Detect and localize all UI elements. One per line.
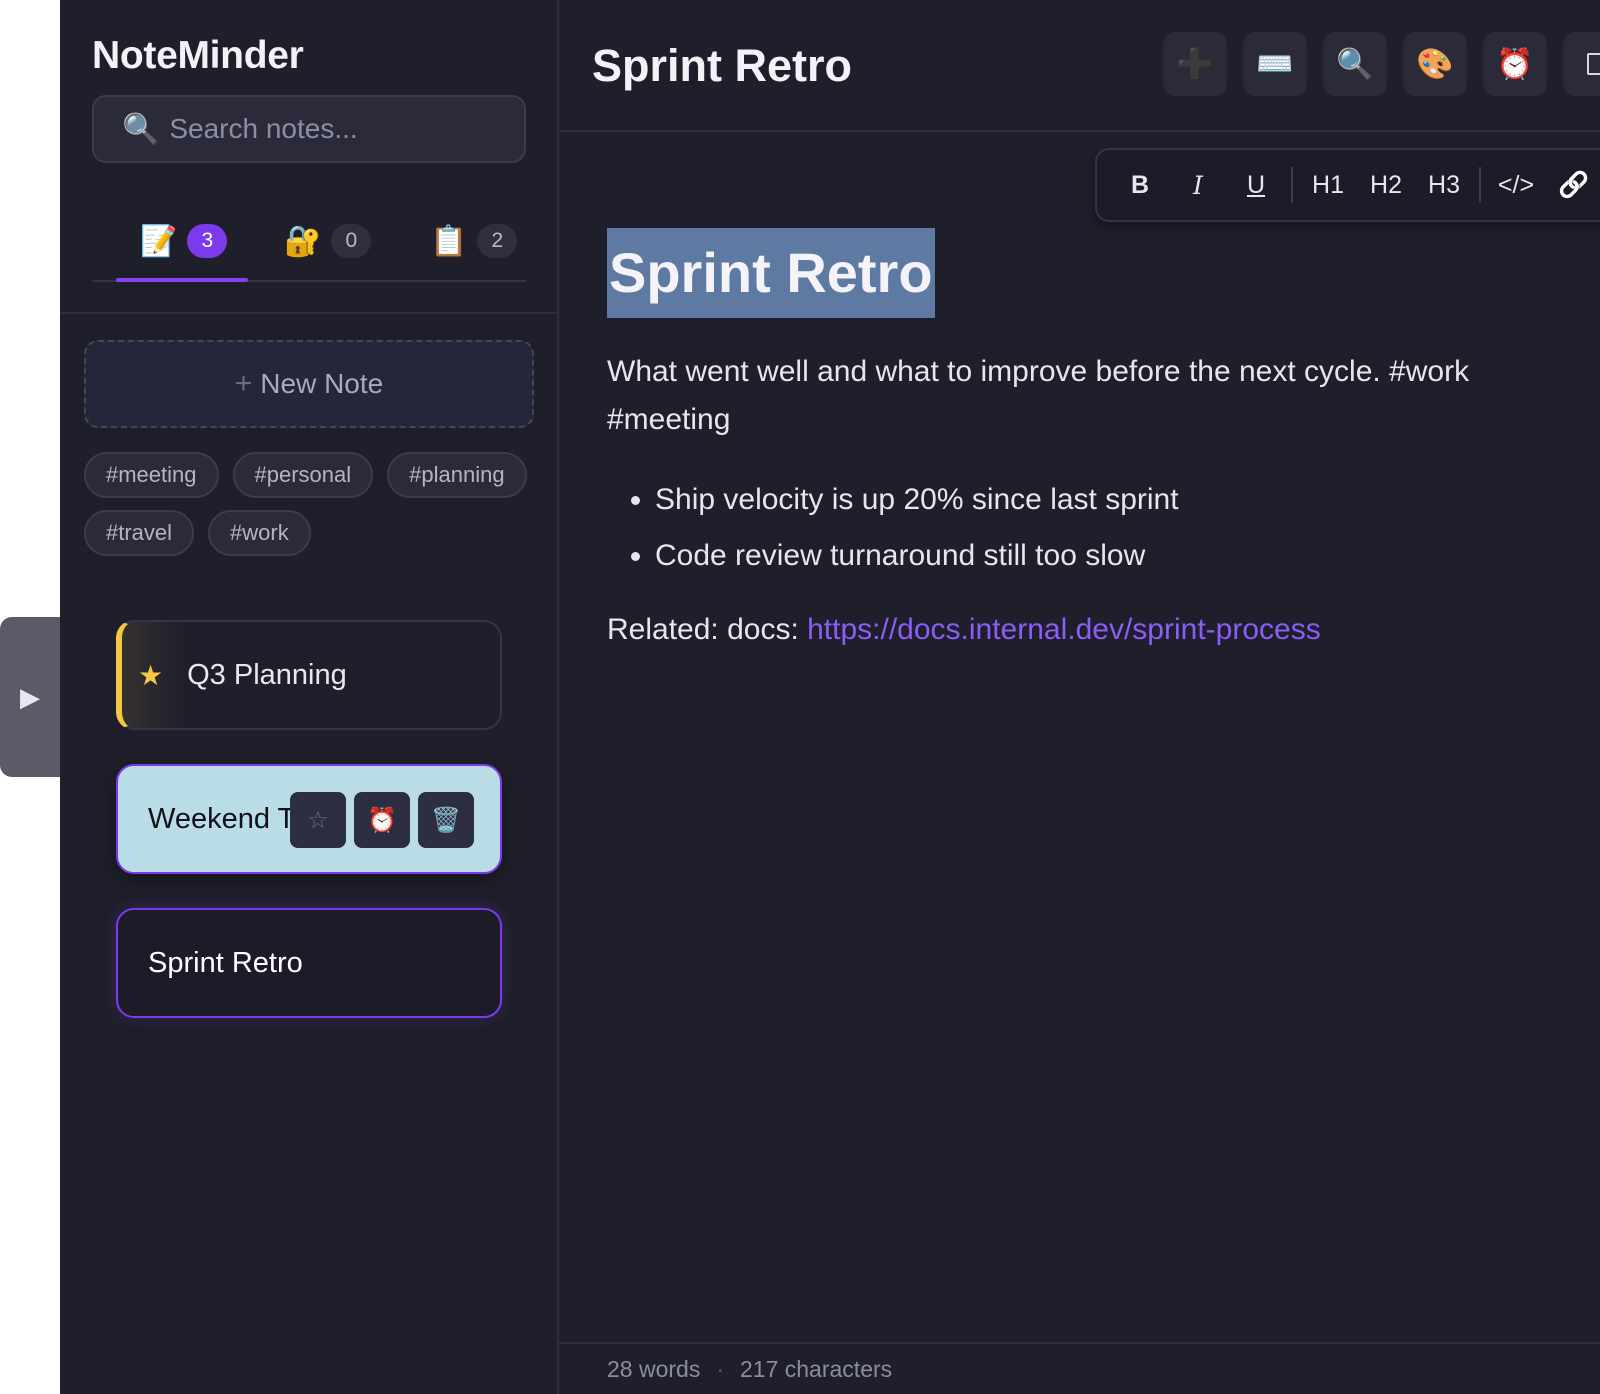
toolbar-divider — [1479, 167, 1481, 203]
tag-personal[interactable]: #personal — [232, 452, 374, 498]
tag-meeting[interactable]: #meeting — [84, 452, 219, 498]
app-title: NoteMinder — [92, 34, 304, 77]
word-count: 28 words — [607, 1355, 701, 1382]
document-related: Related: docs: https://docs.internal.dev… — [607, 606, 1567, 654]
palette-icon: 🎨 — [1416, 47, 1454, 81]
heading2-button[interactable]: H2 — [1357, 160, 1415, 210]
reminder-button[interactable]: ⏰ — [1483, 32, 1547, 96]
trash-icon[interactable]: 🗑️ — [418, 792, 474, 848]
character-count: 217 characters — [740, 1355, 893, 1382]
memo-icon: 📝 — [140, 224, 178, 258]
page-title: Sprint Retro — [592, 40, 853, 91]
layout-button[interactable] — [1563, 32, 1600, 96]
tag-work[interactable]: #work — [208, 510, 311, 556]
plus-icon: + — [234, 367, 253, 400]
tag-planning[interactable]: #planning — [387, 452, 527, 498]
tag-list: #meeting #personal #planning #travel #wo… — [84, 452, 534, 556]
bold-button[interactable]: B — [1111, 160, 1169, 210]
square-icon — [1587, 53, 1600, 75]
link-icon: 🔗 — [1558, 170, 1590, 199]
italic-button[interactable]: I — [1169, 160, 1227, 210]
related-link[interactable]: https://docs.internal.dev/sprint-process — [807, 613, 1321, 646]
code-button[interactable]: </> — [1487, 160, 1545, 210]
alarm-clock-icon[interactable]: ⏰ — [354, 792, 410, 848]
tab-count-badge: 0 — [331, 224, 372, 258]
document-heading[interactable]: Sprint Retro — [607, 228, 935, 318]
tab-count-badge: 3 — [187, 224, 228, 258]
tab-notes[interactable]: 📝 3 — [140, 216, 228, 266]
link-button[interactable]: 🔗 — [1545, 160, 1600, 210]
active-tab-indicator — [116, 278, 248, 282]
sidebar: NoteMinder 🔍 📝 3 🔐 0 📋 2 — [60, 0, 559, 1394]
new-note-label: New Note — [260, 368, 384, 399]
search-icon: 🔍 — [1336, 47, 1374, 81]
status-separator: · — [716, 1355, 724, 1382]
new-note-button[interactable]: + New Note — [84, 340, 534, 428]
app-window: NoteMinder 🔍 📝 3 🔐 0 📋 2 — [60, 0, 1600, 1394]
note-card-q3-planning[interactable]: ★ Q3 Planning — [116, 620, 502, 730]
search-box[interactable]: 🔍 — [92, 95, 526, 163]
note-title: Q3 Planning — [187, 658, 347, 691]
list-item[interactable]: Ship velocity is up 20% since last sprin… — [655, 472, 1567, 528]
tag-travel[interactable]: #travel — [84, 510, 195, 556]
search-button[interactable]: 🔍 — [1323, 32, 1387, 96]
star-outline-icon[interactable]: ☆ — [290, 792, 346, 848]
magnifier-icon: 🔍 — [122, 112, 160, 146]
note-filter-tabs: 📝 3 🔐 0 📋 2 — [92, 200, 526, 282]
lock-icon: 🔐 — [284, 224, 322, 258]
play-right-icon: ▶ — [20, 681, 40, 712]
keyboard-shortcuts-button[interactable]: ⌨️ — [1243, 32, 1307, 96]
note-editor[interactable]: Sprint Retro What went well and what to … — [607, 228, 1567, 654]
heading3-button[interactable]: H3 — [1415, 160, 1473, 210]
sidebar-expand-handle[interactable]: ▶ — [0, 617, 60, 777]
tab-locked[interactable]: 🔐 0 — [284, 216, 372, 266]
format-toolbar: B I U H1 H2 H3 </> 🔗 — [1095, 148, 1600, 222]
theme-button[interactable]: 🎨 — [1403, 32, 1467, 96]
note-card-weekend-trip[interactable]: Weekend Trip ☆ ⏰ 🗑️ — [116, 764, 502, 874]
editor-header: Sprint Retro ➕ ⌨️ 🔍 🎨 ⏰ — [559, 0, 1600, 132]
add-icon: ➕ — [1176, 47, 1214, 81]
editor-pane: Sprint Retro ➕ ⌨️ 🔍 🎨 ⏰ B I U H1 H2 H3 <… — [559, 0, 1600, 1394]
sidebar-header: NoteMinder 🔍 📝 3 🔐 0 📋 2 — [60, 0, 557, 314]
list-item[interactable]: Code review turnaround still too slow — [655, 528, 1567, 584]
clipboard-icon: 📋 — [430, 224, 468, 258]
note-card-actions: ☆ ⏰ 🗑️ — [290, 792, 474, 848]
underline-button[interactable]: U — [1227, 160, 1285, 210]
related-prefix: Related: docs: — [607, 613, 808, 646]
search-input[interactable] — [169, 113, 510, 145]
keyboard-icon: ⌨️ — [1256, 47, 1294, 81]
document-bullet-list: Ship velocity is up 20% since last sprin… — [607, 472, 1567, 584]
tab-count-badge: 2 — [477, 224, 518, 258]
alarm-icon: ⏰ — [1496, 47, 1534, 81]
add-button[interactable]: ➕ — [1163, 32, 1227, 96]
star-icon: ★ — [138, 659, 164, 691]
toolbar-divider — [1291, 167, 1293, 203]
note-title: Sprint Retro — [148, 946, 303, 979]
heading1-button[interactable]: H1 — [1299, 160, 1357, 210]
tab-clipboard[interactable]: 📋 2 — [430, 216, 518, 266]
status-bar: 28 words · 217 characters — [559, 1342, 1600, 1394]
document-paragraph[interactable]: What went well and what to improve befor… — [607, 348, 1567, 444]
note-card-sprint-retro[interactable]: Sprint Retro — [116, 908, 502, 1018]
